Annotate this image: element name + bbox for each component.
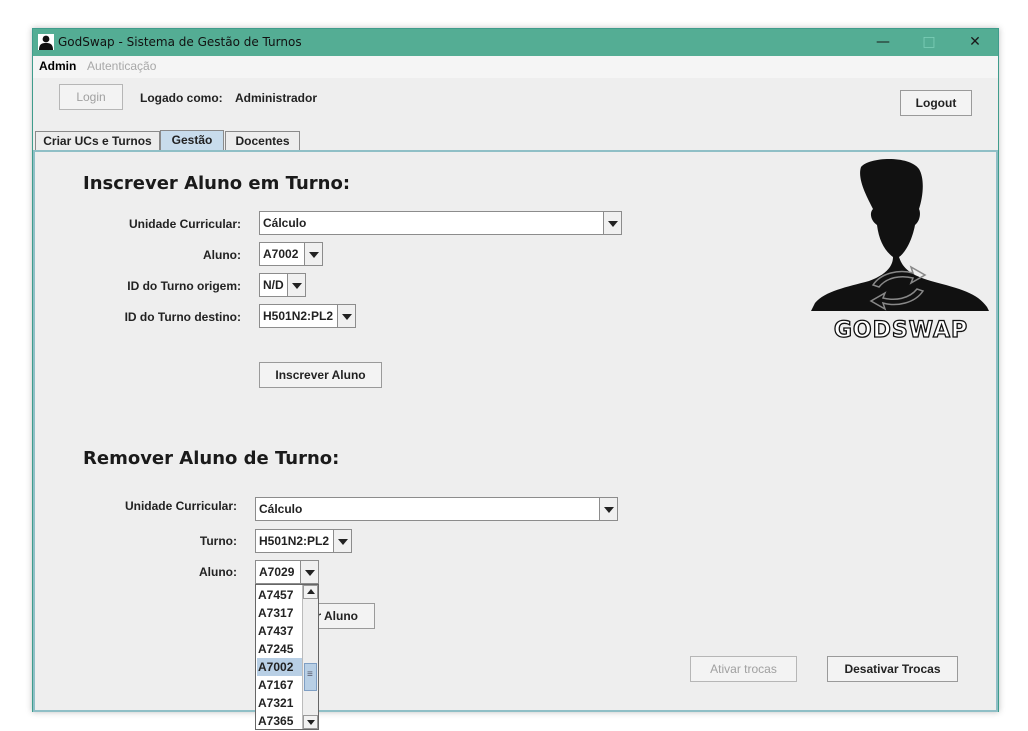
enroll-origin-value: N/D: [263, 278, 284, 292]
list-item[interactable]: A7457: [257, 586, 302, 604]
enroll-dest-select[interactable]: H501N2:PL2: [259, 304, 356, 328]
student-dropdown-list[interactable]: A7457 A7317 A7437 A7245 A7002 A7167 A732…: [255, 584, 319, 730]
enroll-uc-select[interactable]: Cálculo: [259, 211, 622, 235]
logout-button[interactable]: Logout: [900, 90, 972, 116]
enroll-origin-label: ID do Turno origem:: [127, 279, 241, 293]
list-item-selected[interactable]: A7002: [257, 658, 302, 676]
enroll-student-value: A7002: [263, 247, 299, 261]
remove-student-value: A7029: [259, 565, 295, 579]
chevron-down-icon[interactable]: [603, 212, 621, 234]
title-bar[interactable]: GodSwap - Sistema de Gestão de Turnos — …: [33, 29, 998, 56]
scrollbar-thumb[interactable]: [304, 663, 317, 691]
chevron-down-icon[interactable]: [300, 561, 318, 583]
remove-uc-value: Cálculo: [259, 502, 303, 516]
deactivate-swaps-button[interactable]: Desativar Trocas: [827, 656, 958, 682]
remove-shift-label: Turno:: [199, 534, 237, 548]
chevron-down-icon[interactable]: [304, 243, 322, 265]
remove-uc-select[interactable]: Cálculo: [255, 497, 618, 521]
logo-text: GODSWAP: [834, 318, 968, 343]
godswap-logo-icon: GODSWAP: [811, 159, 989, 343]
logged-as-label: Logado como:: [140, 91, 223, 105]
menu-admin[interactable]: Admin: [39, 59, 76, 73]
list-item[interactable]: A7365: [257, 712, 302, 730]
tab-docentes[interactable]: Docentes: [225, 131, 300, 151]
app-person-icon: [38, 34, 54, 50]
dropdown-scrollbar[interactable]: [302, 585, 318, 729]
minimize-button[interactable]: —: [860, 29, 906, 56]
scroll-up-icon[interactable]: [303, 585, 318, 599]
enroll-student-button[interactable]: Inscrever Aluno: [259, 362, 382, 388]
chevron-down-icon[interactable]: [599, 498, 617, 520]
login-button[interactable]: Login: [59, 84, 123, 110]
remove-shift-select[interactable]: H501N2:PL2: [255, 529, 352, 553]
tab-criar-ucs[interactable]: Criar UCs e Turnos: [35, 131, 160, 151]
maximize-button[interactable]: □: [906, 29, 952, 56]
list-item[interactable]: A7437: [257, 622, 302, 640]
remove-heading: Remover Aluno de Turno:: [83, 448, 340, 469]
enroll-uc-label: Unidade Curricular:: [128, 217, 241, 231]
chevron-down-icon[interactable]: [337, 305, 355, 327]
remove-student-label: Aluno:: [199, 565, 237, 579]
list-item[interactable]: A7317: [257, 604, 302, 622]
list-item[interactable]: A7167: [257, 676, 302, 694]
activate-swaps-button[interactable]: Ativar trocas: [690, 656, 797, 682]
scroll-down-icon[interactable]: [303, 715, 318, 729]
menu-bar: Admin Autenticação: [33, 56, 998, 78]
app-window: GodSwap - Sistema de Gestão de Turnos — …: [32, 28, 999, 730]
enroll-uc-value: Cálculo: [263, 216, 307, 230]
menu-authentication[interactable]: Autenticação: [87, 59, 156, 73]
chevron-down-icon[interactable]: [287, 274, 305, 296]
close-button[interactable]: ✕: [952, 29, 998, 56]
remove-uc-label: Unidade Curricular:: [124, 499, 237, 513]
remove-shift-value: H501N2:PL2: [259, 534, 330, 548]
enroll-student-select[interactable]: A7002: [259, 242, 323, 266]
remove-student-select[interactable]: A7029: [255, 560, 319, 584]
enroll-dest-value: H501N2:PL2: [263, 309, 334, 323]
enroll-student-label: Aluno:: [203, 248, 241, 262]
list-item[interactable]: A7321: [257, 694, 302, 712]
tab-gestao[interactable]: Gestão: [160, 130, 224, 152]
list-item[interactable]: A7245: [257, 640, 302, 658]
logged-user-name: Administrador: [235, 91, 318, 105]
enroll-dest-label: ID do Turno destino:: [124, 310, 241, 324]
chevron-down-icon[interactable]: [333, 530, 351, 552]
enroll-heading: Inscrever Aluno em Turno:: [83, 173, 351, 194]
window-title: GodSwap - Sistema de Gestão de Turnos: [58, 35, 302, 49]
enroll-origin-select[interactable]: N/D: [259, 273, 306, 297]
